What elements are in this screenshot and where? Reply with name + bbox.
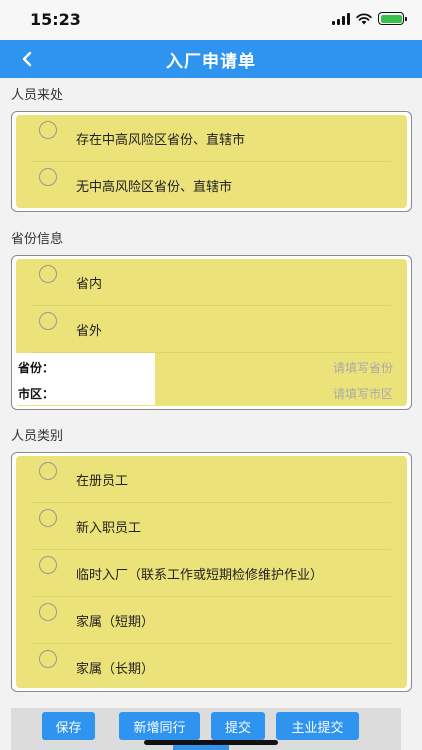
submit-button[interactable]: 提交 (211, 712, 265, 740)
radio-icon[interactable] (39, 556, 57, 574)
nav-bar: 入厂申请单 (0, 40, 422, 78)
option-origin-no-risk[interactable]: 无中高风险区省份、直辖市 (16, 162, 407, 208)
radio-icon[interactable] (39, 462, 57, 480)
status-bar: 15:23 (0, 0, 422, 40)
option-family-short[interactable]: 家属（短期） (16, 597, 407, 644)
wifi-icon (356, 12, 372, 24)
option-out-province[interactable]: 省外 (16, 306, 407, 353)
option-label: 新入职员工 (76, 521, 142, 536)
option-registered-staff[interactable]: 在册员工 (16, 456, 407, 503)
status-time: 15:23 (30, 10, 81, 29)
signal-icon (332, 12, 350, 25)
province-field-label: 省份： (18, 361, 55, 375)
chevron-left-icon (22, 51, 32, 67)
radio-icon[interactable] (39, 312, 57, 330)
radio-icon[interactable] (39, 650, 57, 668)
option-label: 家属（长期） (76, 662, 155, 677)
option-in-province[interactable]: 省内 (16, 259, 407, 306)
radio-icon[interactable] (39, 509, 57, 527)
province-card: 省内 省外 省份： 请填写省份 市区： 请填写市区 (11, 255, 412, 410)
battery-icon (378, 12, 407, 25)
option-label: 临时入厂（联系工作或短期检修维护作业） (76, 568, 324, 583)
origin-options: 存在中高风险区省份、直辖市 无中高风险区省份、直辖市 (16, 115, 407, 208)
category-card: 在册员工 新入职员工 临时入厂（联系工作或短期检修维护作业） 家属（短期） 家属… (11, 452, 412, 692)
status-icons (332, 12, 407, 25)
option-temporary-entry[interactable]: 临时入厂（联系工作或短期检修维护作业） (16, 550, 407, 597)
province-options: 省内 省外 省份： 请填写省份 市区： 请填写市区 (16, 259, 407, 406)
radio-icon[interactable] (39, 603, 57, 621)
back-button[interactable] (14, 46, 40, 72)
option-label: 家属（短期） (76, 615, 155, 630)
option-origin-risk[interactable]: 存在中高风险区省份、直辖市 (16, 115, 407, 162)
city-field-label: 市区： (18, 387, 55, 401)
city-input[interactable]: 请填写市区 (333, 385, 393, 402)
home-indicator (144, 740, 278, 745)
section-label-origin: 人员来处 (11, 88, 64, 103)
province-input[interactable]: 请填写省份 (333, 359, 393, 376)
option-label: 在册员工 (76, 474, 129, 489)
radio-icon[interactable] (39, 121, 57, 139)
option-label: 省外 (76, 324, 103, 339)
radio-icon[interactable] (39, 168, 57, 186)
section-label-category: 人员类别 (11, 429, 64, 444)
province-field[interactable]: 省份： 请填写省份 (16, 353, 407, 379)
option-new-staff[interactable]: 新入职员工 (16, 503, 407, 550)
option-family-long[interactable]: 家属（长期） (16, 644, 407, 688)
section-label-province: 省份信息 (11, 232, 64, 247)
option-label: 存在中高风险区省份、直辖市 (76, 133, 246, 148)
origin-card: 存在中高风险区省份、直辖市 无中高风险区省份、直辖市 (11, 111, 412, 212)
category-options: 在册员工 新入职员工 临时入厂（联系工作或短期检修维护作业） 家属（短期） 家属… (16, 456, 407, 688)
city-field[interactable]: 市区： 请填写市区 (16, 379, 407, 405)
save-button[interactable]: 保存 (42, 712, 95, 740)
add-companion-button[interactable]: 新增同行 (119, 712, 200, 740)
option-label: 无中高风险区省份、直辖市 (76, 180, 233, 195)
page-title: 入厂申请单 (166, 51, 256, 72)
radio-icon[interactable] (39, 265, 57, 283)
option-label: 省内 (76, 277, 103, 292)
main-submit-button[interactable]: 主业提交 (276, 712, 359, 740)
